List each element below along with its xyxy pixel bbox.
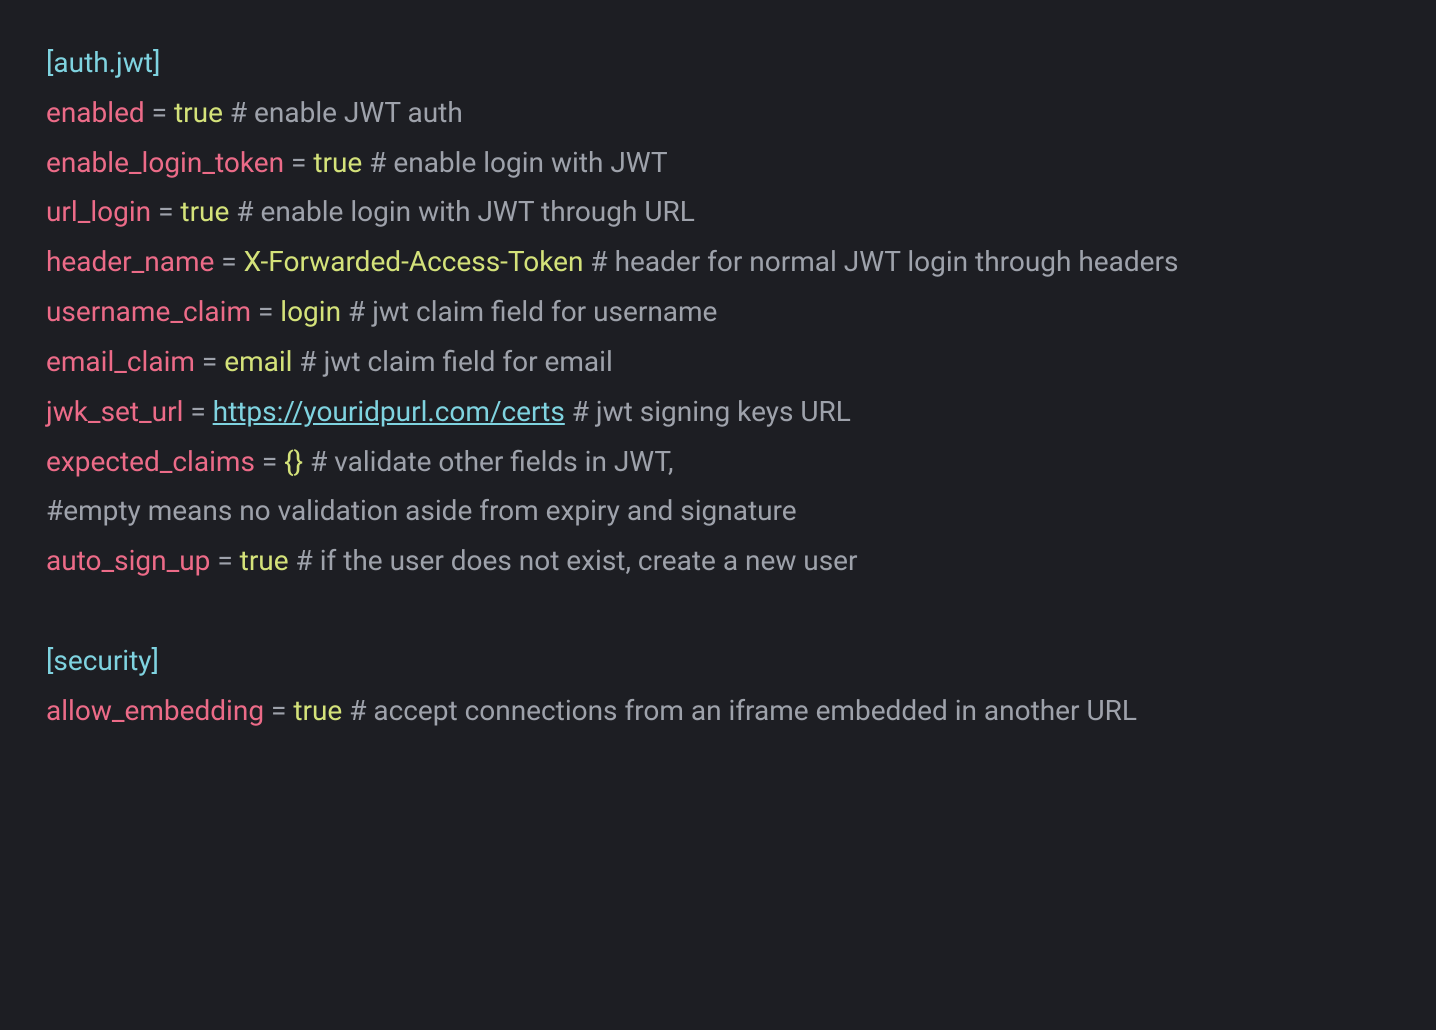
config-value: true [293, 694, 342, 727]
config-comment: # jwt claim field for email [292, 345, 612, 378]
config-value: true [240, 544, 289, 577]
config-op: = [195, 345, 224, 378]
config-line-expected-claims: expected_claims = {} # validate other fi… [46, 437, 1390, 487]
config-op: = [183, 395, 212, 428]
config-comment: # jwt claim field for username [341, 295, 717, 328]
config-line-auto-sign-up: auto_sign_up = true # if the user does n… [46, 536, 1390, 586]
blank-line [46, 586, 1390, 636]
config-comment: #empty means no validation aside from ex… [46, 494, 797, 527]
config-code-block: [auth.jwt] enabled = true # enable JWT a… [0, 0, 1436, 1030]
config-key: allow_embedding [46, 694, 264, 727]
config-line-jwk-set-url: jwk_set_url = https://youridpurl.com/cer… [46, 387, 1390, 437]
config-key: username_claim [46, 295, 251, 328]
config-value: X-Forwarded-Access-Token [244, 245, 584, 278]
config-value: true [313, 146, 362, 179]
config-key: enabled [46, 96, 145, 129]
config-line-enabled: enabled = true # enable JWT auth [46, 88, 1390, 138]
config-op: = [255, 445, 284, 478]
config-comment: # header for normal JWT login through he… [583, 245, 1178, 278]
config-key: jwk_set_url [46, 395, 183, 428]
config-line-url-login: url_login = true # enable login with JWT… [46, 187, 1390, 237]
section-header-auth-jwt: [auth.jwt] [46, 38, 1390, 88]
config-line-enable-login-token: enable_login_token = true # enable login… [46, 138, 1390, 188]
config-value: true [180, 195, 236, 228]
config-op: = [151, 195, 180, 228]
config-key: enable_login_token [46, 146, 284, 179]
config-line-expected-claims-note: #empty means no validation aside from ex… [46, 486, 1390, 536]
config-comment: # enable login with JWT through URL [236, 195, 695, 228]
config-key: header_name [46, 245, 214, 278]
config-op: = [284, 146, 313, 179]
config-op: = [210, 544, 239, 577]
config-comment: # jwt signing keys URL [565, 395, 851, 428]
config-value: true [174, 96, 223, 129]
config-comment: # enable JWT auth [223, 96, 463, 129]
config-line-username-claim: username_claim = login # jwt claim field… [46, 287, 1390, 337]
config-value: login [280, 295, 341, 328]
config-line-header-name: header_name = X-Forwarded-Access-Token #… [46, 237, 1390, 287]
config-line-allow-embedding: allow_embedding = true # accept connecti… [46, 686, 1390, 736]
config-comment: # accept connections from an iframe embe… [342, 694, 1137, 727]
config-value: email [224, 345, 292, 378]
config-key: expected_claims [46, 445, 255, 478]
config-value: {} [284, 445, 303, 478]
config-line-email-claim: email_claim = email # jwt claim field fo… [46, 337, 1390, 387]
config-key: url_login [46, 195, 151, 228]
config-key: auto_sign_up [46, 544, 210, 577]
section-header-text: [security] [46, 644, 159, 677]
config-comment: # enable login with JWT [362, 146, 667, 179]
jwk-set-url-link[interactable]: https://youridpurl.com/certs [213, 395, 565, 428]
section-header-text: [auth.jwt] [46, 46, 160, 79]
config-op: = [251, 295, 280, 328]
config-op: = [214, 245, 243, 278]
section-header-security: [security] [46, 636, 1390, 686]
config-op: = [264, 694, 293, 727]
config-key: email_claim [46, 345, 195, 378]
config-op: = [145, 96, 174, 129]
config-comment: # validate other fields in JWT, [303, 445, 673, 478]
config-comment: # if the user does not exist, create a n… [289, 544, 858, 577]
